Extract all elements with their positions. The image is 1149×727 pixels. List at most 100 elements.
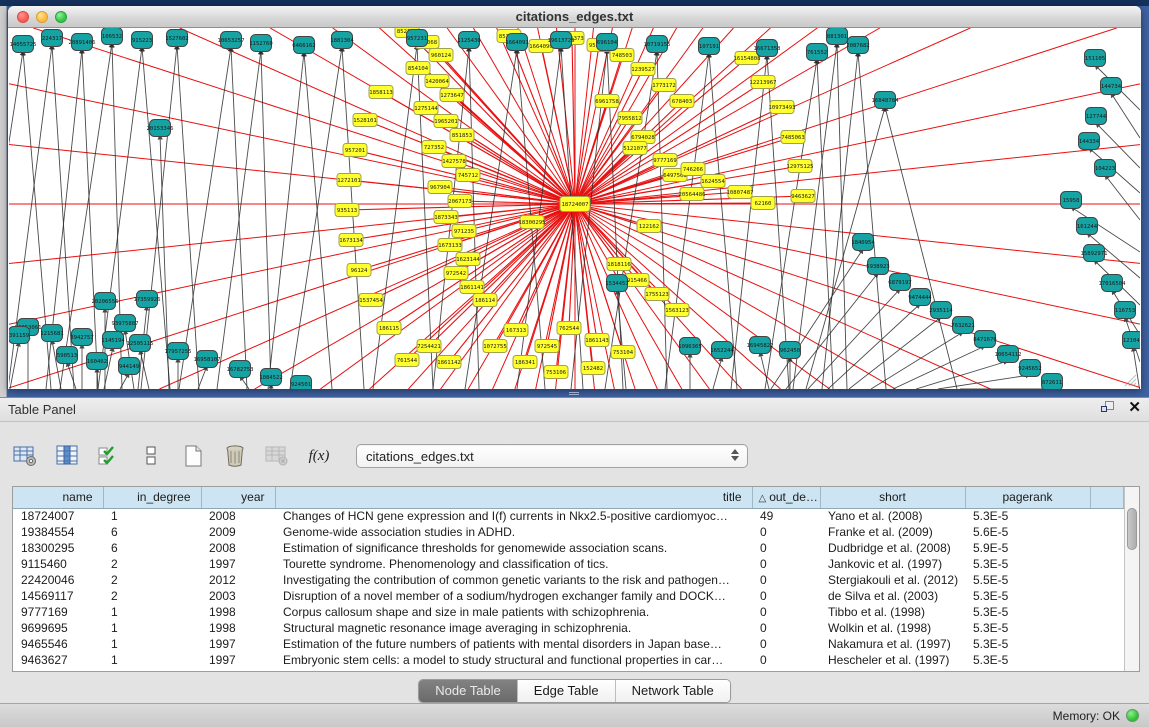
table-row[interactable]: 2242004622012Investigating the contribut… — [13, 572, 1123, 588]
graph-node[interactable]: 9777169 — [653, 154, 677, 167]
graph-node[interactable]: 1624554 — [701, 175, 725, 188]
close-panel-icon[interactable]: ✕ — [1128, 401, 1141, 415]
graph-node[interactable]: 967904 — [428, 181, 452, 194]
graph-node[interactable]: 2067173 — [448, 195, 472, 208]
graph-node[interactable]: 1273647 — [440, 89, 464, 102]
graph-node[interactable]: 1652244 — [710, 342, 734, 359]
graph-node[interactable]: 16671358 — [754, 40, 782, 57]
graph-node[interactable]: 1755123 — [645, 288, 669, 301]
column-header-out-de-[interactable]: △out_de… — [752, 487, 820, 508]
graph-node[interactable]: 93975887 — [112, 315, 139, 332]
graph-node[interactable]: 20891406 — [69, 34, 96, 51]
graph-node[interactable]: 924501 — [291, 376, 312, 390]
graph-node[interactable]: 1773172 — [652, 79, 676, 92]
graph-node[interactable]: 960124 — [429, 49, 453, 62]
graph-node[interactable]: 1528101 — [353, 114, 377, 127]
graph-node[interactable]: 106532 — [102, 28, 123, 45]
graph-node[interactable]: 9245652 — [1018, 360, 1042, 377]
graph-node[interactable]: 12213967 — [750, 76, 777, 89]
table-row[interactable]: 1456911722003Disruption of a novel membe… — [13, 588, 1123, 604]
graph-node[interactable]: 678403 — [670, 95, 694, 108]
graph-node[interactable]: 8471676 — [973, 331, 997, 348]
graph-node[interactable]: 3942757 — [70, 329, 94, 346]
graph-node[interactable]: 10653257 — [218, 32, 245, 49]
graph-node[interactable]: 186114 — [473, 294, 497, 307]
graph-node[interactable]: 854104 — [406, 62, 430, 75]
column-header-in-degree[interactable]: in_degree — [103, 487, 201, 508]
graph-node[interactable]: 2087682 — [846, 37, 870, 54]
table-row[interactable]: 977716911998Corpus callosum shape and si… — [13, 604, 1123, 620]
graph-node[interactable]: 944149 — [119, 358, 140, 375]
table-row[interactable]: 1938455462009Genome-wide association stu… — [13, 524, 1123, 540]
graph-node[interactable]: 1840954 — [851, 234, 875, 251]
select-rows-icon[interactable] — [94, 441, 124, 471]
graph-node[interactable]: 727352 — [422, 141, 446, 154]
graph-node[interactable]: 7955812 — [618, 112, 642, 125]
tab-network-table[interactable]: Network Table — [616, 680, 730, 702]
graph-node[interactable]: 18300295 — [519, 216, 546, 229]
graph-node[interactable]: 972545 — [535, 340, 559, 353]
graph-node[interactable]: 1427578 — [442, 155, 466, 168]
graph-node[interactable]: 1096365 — [678, 338, 702, 355]
graph-node[interactable]: 10654112 — [995, 346, 1022, 363]
graph-node[interactable]: 1084522 — [259, 369, 283, 386]
graph-node[interactable]: 20153346 — [147, 120, 174, 137]
graph-node[interactable]: 391159 — [9, 327, 30, 344]
graph-node[interactable]: 15892971 — [1081, 245, 1108, 262]
graph-node[interactable]: 10719155 — [644, 36, 671, 53]
graph-node[interactable]: 14055725 — [10, 36, 37, 53]
graph-node[interactable]: 167313 — [504, 324, 528, 337]
graph-node[interactable]: 1861142 — [437, 356, 461, 369]
graph-node[interactable]: 1673134 — [339, 234, 363, 247]
graph-node[interactable]: 104223 — [1095, 160, 1116, 177]
graph-node[interactable]: 1965201 — [434, 115, 458, 128]
column-header-filler[interactable] — [1090, 487, 1123, 508]
graph-node[interactable]: 16945822 — [747, 337, 774, 354]
delete-table-icon[interactable] — [262, 441, 292, 471]
graph-node[interactable]: 160462 — [87, 353, 108, 370]
graph-node[interactable]: 161244 — [1077, 218, 1098, 235]
graph-node[interactable]: 1858113 — [369, 86, 393, 99]
table-settings-icon[interactable] — [10, 441, 40, 471]
graph-node[interactable]: 144734 — [1101, 78, 1122, 95]
table-row[interactable]: 911546021997Tourette syndrome. Phenomeno… — [13, 556, 1123, 572]
graph-node[interactable]: 1527602 — [165, 30, 189, 47]
graph-node[interactable]: 7254421 — [417, 340, 441, 353]
graph-node[interactable]: 1563123 — [665, 304, 689, 317]
graph-node[interactable]: 1275144 — [414, 102, 438, 115]
graph-node[interactable]: 6879197 — [888, 274, 912, 291]
scrollbar-thumb[interactable] — [1127, 508, 1137, 550]
graph-node[interactable]: 7632621 — [951, 317, 975, 334]
row-height-icon[interactable] — [136, 441, 166, 471]
graph-node[interactable]: 17359926 — [134, 291, 161, 308]
graph-node[interactable]: 18724007 — [560, 197, 590, 212]
graph-node[interactable]: 6961758 — [595, 95, 619, 108]
graph-node[interactable]: 1420064 — [425, 75, 449, 88]
graph-node[interactable]: 1673133 — [438, 239, 462, 252]
graph-node[interactable]: 746266 — [681, 163, 705, 176]
table-row[interactable]: 1830029562008Estimation of significance … — [13, 540, 1123, 556]
graph-node[interactable]: 9474444 — [908, 289, 932, 306]
graph-node[interactable]: 151105 — [1085, 50, 1106, 67]
delete-rows-icon[interactable] — [220, 441, 250, 471]
graph-node[interactable]: 19613729 — [548, 32, 575, 49]
graph-node[interactable]: 590513 — [57, 347, 78, 364]
graph-node[interactable]: 10973493 — [769, 101, 796, 114]
graph-node[interactable]: 127744 — [1086, 108, 1107, 125]
panel-splitter[interactable] — [569, 391, 579, 396]
graph-node[interactable]: 186341 — [513, 356, 537, 369]
table-row[interactable]: 969969511998Structural magnetic resonanc… — [13, 620, 1123, 636]
column-header-year[interactable]: year — [201, 487, 275, 508]
graph-node[interactable]: 20564486 — [679, 188, 706, 201]
graph-node[interactable]: 1152760 — [249, 35, 273, 52]
graph-node[interactable]: 1125436 — [457, 32, 481, 49]
graph-node[interactable]: 1534457 — [605, 275, 629, 292]
graph-node[interactable]: 152482 — [581, 362, 605, 375]
table-row[interactable]: 1872400712008Changes of HCN gene express… — [13, 508, 1123, 524]
tab-node-table[interactable]: Node Table — [419, 680, 518, 702]
graph-node[interactable]: 16848784 — [872, 92, 900, 109]
graph-node[interactable]: 9463627 — [791, 190, 815, 203]
graph-node[interactable]: 1623144 — [456, 253, 480, 266]
network-canvas[interactable]: 1830029522406896012485410414200641273647… — [9, 28, 1140, 389]
graph-node[interactable]: 17016504 — [1099, 275, 1127, 292]
